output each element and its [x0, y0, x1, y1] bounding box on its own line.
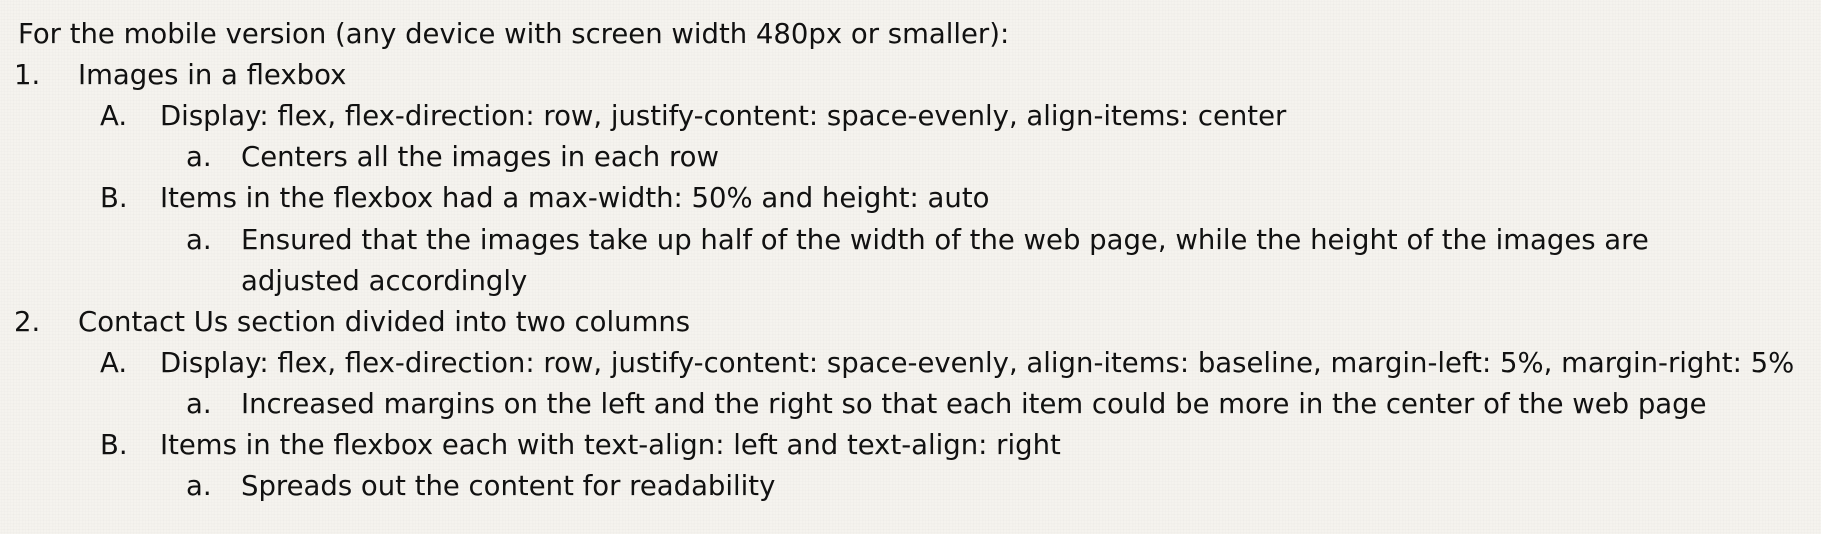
list-item-text: Images in a flexbox	[78, 59, 347, 91]
list-item-text: Display: flex, flex-direction: row, just…	[160, 347, 1795, 379]
list-marker: a.	[186, 224, 212, 256]
list-item-text: Items in the flexbox each with text-alig…	[160, 429, 1061, 461]
list-marker: 1.	[14, 59, 41, 91]
list-item-text: Contact Us section divided into two colu…	[78, 306, 691, 338]
list-item-text: Increased margins on the left and the ri…	[241, 388, 1707, 420]
list-marker: a.	[186, 141, 212, 173]
intro-text: For the mobile version (any device with …	[18, 18, 1010, 50]
list-item-text: Ensured that the images take up half of …	[241, 224, 1649, 256]
list-marker: B.	[100, 182, 128, 214]
outline-slide: For the mobile version (any device with …	[0, 0, 1821, 534]
list-marker: A.	[100, 100, 128, 132]
list-marker: A.	[100, 347, 128, 379]
list-item-text: Display: flex, flex-direction: row, just…	[160, 100, 1287, 132]
list-marker: B.	[100, 429, 128, 461]
list-item-text: Spreads out the content for readability	[241, 470, 776, 502]
list-marker: a.	[186, 388, 212, 420]
list-item-text-continuation: adjusted accordingly	[241, 265, 528, 297]
list-item-text: Items in the flexbox had a max-width: 50…	[160, 182, 990, 214]
list-item-text: Centers all the images in each row	[241, 141, 719, 173]
list-marker: a.	[186, 470, 212, 502]
list-marker: 2.	[14, 306, 41, 338]
